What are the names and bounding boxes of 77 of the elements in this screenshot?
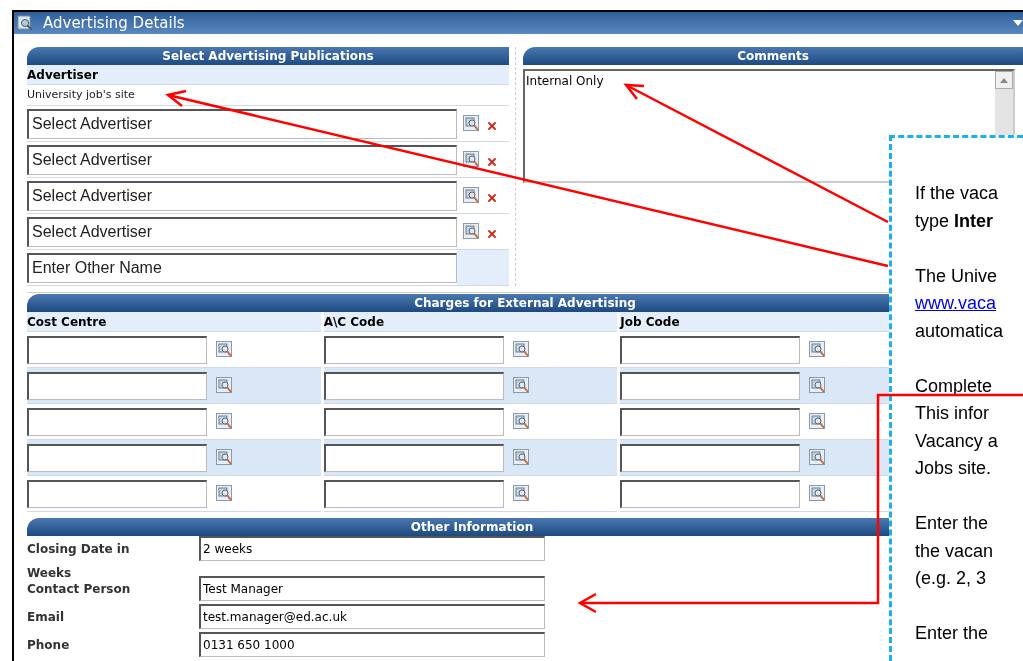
advertiser-label: Advertiser	[27, 66, 98, 84]
code-field[interactable]	[620, 371, 801, 400]
lookup-icon[interactable]	[512, 377, 530, 394]
field-label: Phone	[27, 638, 70, 652]
code-field[interactable]	[620, 407, 801, 436]
lookup-icon[interactable]	[809, 377, 827, 394]
lookup-icon[interactable]	[512, 341, 530, 358]
callout-text: The Unive	[915, 264, 998, 288]
column-header: Cost Centre	[27, 313, 107, 331]
callout-text: This infor	[915, 402, 990, 425]
lookup-icon[interactable]	[809, 413, 827, 430]
window-icon	[17, 15, 33, 31]
advertiser-field[interactable]: Select Advertiser	[27, 180, 457, 211]
comments-text: Internal Only	[526, 74, 604, 88]
lookup-icon[interactable]	[809, 341, 827, 358]
code-field[interactable]	[620, 479, 801, 508]
delete-icon[interactable]	[486, 119, 498, 132]
section-header: Select Advertising Publications	[27, 47, 509, 65]
lookup-icon[interactable]	[216, 413, 233, 430]
callout-text: Enter the	[915, 512, 989, 535]
column-header: Job Code	[620, 313, 680, 331]
info-field[interactable]: test.manager@ed.ac.uk	[199, 604, 545, 629]
code-field[interactable]	[620, 335, 801, 364]
code-field[interactable]	[27, 479, 207, 508]
delete-icon[interactable]	[486, 191, 498, 204]
code-field[interactable]	[27, 443, 207, 472]
section-header: Comments	[523, 47, 1023, 65]
field-label: Email	[27, 610, 65, 624]
advertiser-field[interactable]: Select Advertiser	[27, 144, 457, 175]
advertiser-field[interactable]: Select Advertiser	[27, 216, 457, 247]
code-field[interactable]	[27, 371, 207, 400]
field-label: Contact Person	[27, 582, 131, 596]
lookup-icon[interactable]	[512, 485, 530, 502]
dropdown-icon[interactable]	[1013, 20, 1023, 26]
info-field[interactable]: Test Manager	[199, 576, 545, 601]
window-title: Advertising Details	[43, 12, 185, 34]
code-field[interactable]	[323, 335, 504, 364]
lookup-icon[interactable]	[216, 341, 233, 358]
lookup-icon[interactable]	[809, 449, 827, 466]
lookup-icon[interactable]	[216, 449, 233, 466]
callout-text: type Inter	[915, 209, 994, 233]
code-field[interactable]	[620, 443, 801, 472]
lookup-icon[interactable]	[463, 151, 480, 168]
lookup-icon[interactable]	[809, 485, 827, 502]
link[interactable]: www.vaca	[915, 290, 997, 318]
info-field[interactable]: 0131 650 1000	[199, 632, 545, 657]
callout-text: Vacancy a	[915, 429, 998, 453]
field-label: Closing Date in Weeks	[27, 542, 130, 580]
callout-text: automatica	[915, 319, 1004, 343]
callout-text: Enter the	[915, 622, 989, 645]
lookup-icon[interactable]	[512, 449, 530, 466]
advertiser-value: University job's site	[27, 86, 135, 103]
delete-icon[interactable]	[486, 227, 498, 240]
lookup-icon[interactable]	[216, 485, 233, 502]
callout-text: the vacan	[915, 539, 994, 563]
lookup-icon[interactable]	[216, 377, 233, 394]
callout-text: If the vaca	[915, 182, 999, 205]
lookup-icon[interactable]	[463, 187, 480, 204]
scroll-up-icon[interactable]	[1000, 77, 1008, 83]
lookup-icon[interactable]	[463, 115, 480, 132]
code-field[interactable]	[323, 443, 504, 472]
blank-cell	[457, 250, 509, 285]
code-field[interactable]	[27, 407, 207, 436]
code-field[interactable]	[27, 335, 207, 364]
advertiser-field[interactable]: Enter Other Name	[27, 252, 457, 283]
delete-icon[interactable]	[486, 155, 498, 168]
code-field[interactable]	[323, 479, 504, 508]
callout-text: Complete	[915, 374, 993, 398]
lookup-icon[interactable]	[512, 413, 530, 430]
column-header: A\C Code	[323, 313, 385, 331]
code-field[interactable]	[323, 371, 504, 400]
advertiser-field[interactable]: Select Advertiser	[27, 108, 457, 139]
lookup-icon[interactable]	[463, 223, 480, 240]
code-field[interactable]	[323, 407, 504, 436]
callout-text: Jobs site.	[915, 457, 992, 480]
callout-text: (e.g. 2, 3	[915, 567, 987, 590]
info-field[interactable]: 2 weeks	[199, 536, 545, 561]
